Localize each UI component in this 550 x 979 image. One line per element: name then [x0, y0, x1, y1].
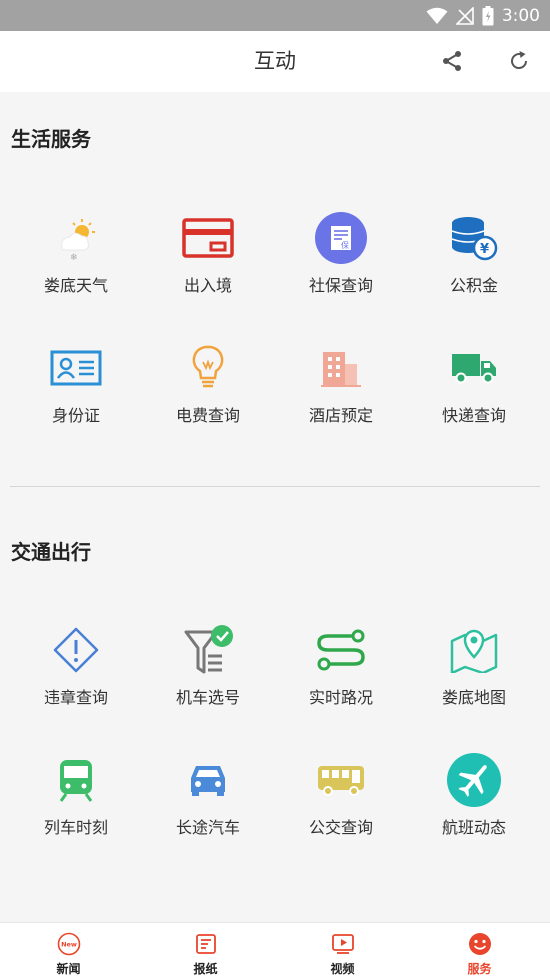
svg-text:❄: ❄ [70, 253, 78, 262]
service-item-housing-fund[interactable]: ¥ 公积金 [408, 210, 540, 310]
service-item-label: 航班动态 [441, 818, 506, 837]
video-icon [331, 934, 354, 954]
wifi-icon [426, 7, 448, 24]
news-icon: New [57, 932, 80, 956]
passport-card-icon [182, 218, 234, 258]
service-item-label: 出入境 [183, 276, 232, 295]
service-item-exit-entry[interactable]: 出入境 [142, 210, 274, 310]
share-button[interactable] [436, 45, 468, 77]
service-item-hotel[interactable]: 酒店预定 [275, 340, 407, 440]
smiley-icon [468, 933, 491, 955]
delivery-truck-icon [452, 354, 496, 384]
train-icon [59, 760, 93, 802]
map-pin-icon [450, 629, 498, 673]
status-bar: 3:00 [0, 0, 550, 31]
newspaper-icon [195, 934, 216, 954]
airplane-icon [447, 753, 501, 807]
service-item-label: 电费查询 [175, 406, 240, 425]
service-item-train[interactable]: 列车时刻 [10, 752, 142, 852]
no-signal-icon [455, 7, 474, 25]
weather-icon: ❄ [61, 219, 95, 262]
section-title-transport: 交通出行 [11, 540, 91, 564]
clock-time: 3:00 [501, 6, 540, 26]
service-item-label: 违章查询 [43, 688, 108, 707]
section-title-life-services: 生活服务 [11, 127, 91, 151]
service-item-label: 机车选号 [175, 688, 240, 707]
tab-news[interactable]: New 新闻 [0, 923, 137, 979]
service-item-bus[interactable]: 公交查询 [275, 752, 407, 852]
refresh-icon [511, 51, 528, 70]
id-card-icon [50, 350, 102, 386]
refresh-button[interactable] [503, 45, 535, 77]
tab-label: 服务 [467, 962, 492, 976]
car-icon [191, 766, 225, 796]
service-item-label: 列车时刻 [43, 818, 108, 837]
service-item-label: 长途汽车 [175, 818, 240, 837]
service-item-label: 公积金 [449, 276, 498, 295]
service-item-label: 快递查询 [441, 406, 506, 425]
service-item-coach[interactable]: 长途汽车 [142, 752, 274, 852]
service-item-label: 社保查询 [308, 276, 373, 295]
service-item-city-map[interactable]: 娄底地图 [408, 622, 540, 722]
svg-text:¥: ¥ [480, 242, 489, 257]
svg-text:保: 保 [341, 240, 349, 250]
tab-label: 新闻 [56, 962, 81, 976]
share-icon [443, 51, 461, 71]
battery-icon [482, 6, 494, 26]
service-item-weather[interactable]: ❄ 娄底天气 [10, 210, 142, 310]
bottom-nav: New 新闻 报纸 视频 服务 [0, 922, 550, 979]
service-item-traffic[interactable]: 实时路况 [275, 622, 407, 722]
funnel-check-icon [184, 625, 233, 674]
service-item-label: 公交查询 [308, 818, 373, 837]
service-item-express[interactable]: 快递查询 [408, 340, 540, 440]
svg-text:New: New [61, 941, 77, 949]
service-item-label: 酒店预定 [308, 406, 373, 425]
warning-diamond-icon [53, 627, 99, 673]
tab-label: 视频 [330, 962, 355, 976]
service-item-label: 娄底地图 [441, 688, 506, 707]
service-item-electricity[interactable]: 电费查询 [142, 340, 274, 440]
bus-icon [318, 766, 364, 796]
social-security-icon: 保 [315, 212, 367, 264]
section-divider [10, 486, 540, 487]
service-item-violation[interactable]: 违章查询 [10, 622, 142, 722]
service-item-social-security[interactable]: 保 社保查询 [275, 210, 407, 310]
service-item-plate-select[interactable]: 机车选号 [142, 622, 274, 722]
lightbulb-icon [192, 345, 224, 388]
service-item-id-card[interactable]: 身份证 [10, 340, 142, 440]
route-icon [317, 629, 365, 671]
hotel-building-icon [321, 352, 361, 387]
tab-services[interactable]: 服务 [411, 923, 548, 979]
coins-yuan-icon: ¥ [451, 217, 498, 261]
service-item-label: 实时路况 [308, 688, 373, 707]
tab-video[interactable]: 视频 [274, 923, 411, 979]
app-bar: 互动 [0, 31, 550, 92]
service-item-label: 娄底天气 [43, 276, 108, 295]
service-item-label: 身份证 [51, 406, 100, 425]
tab-label: 报纸 [193, 962, 218, 976]
service-item-flight[interactable]: 航班动态 [408, 752, 540, 852]
tab-newspaper[interactable]: 报纸 [137, 923, 274, 979]
